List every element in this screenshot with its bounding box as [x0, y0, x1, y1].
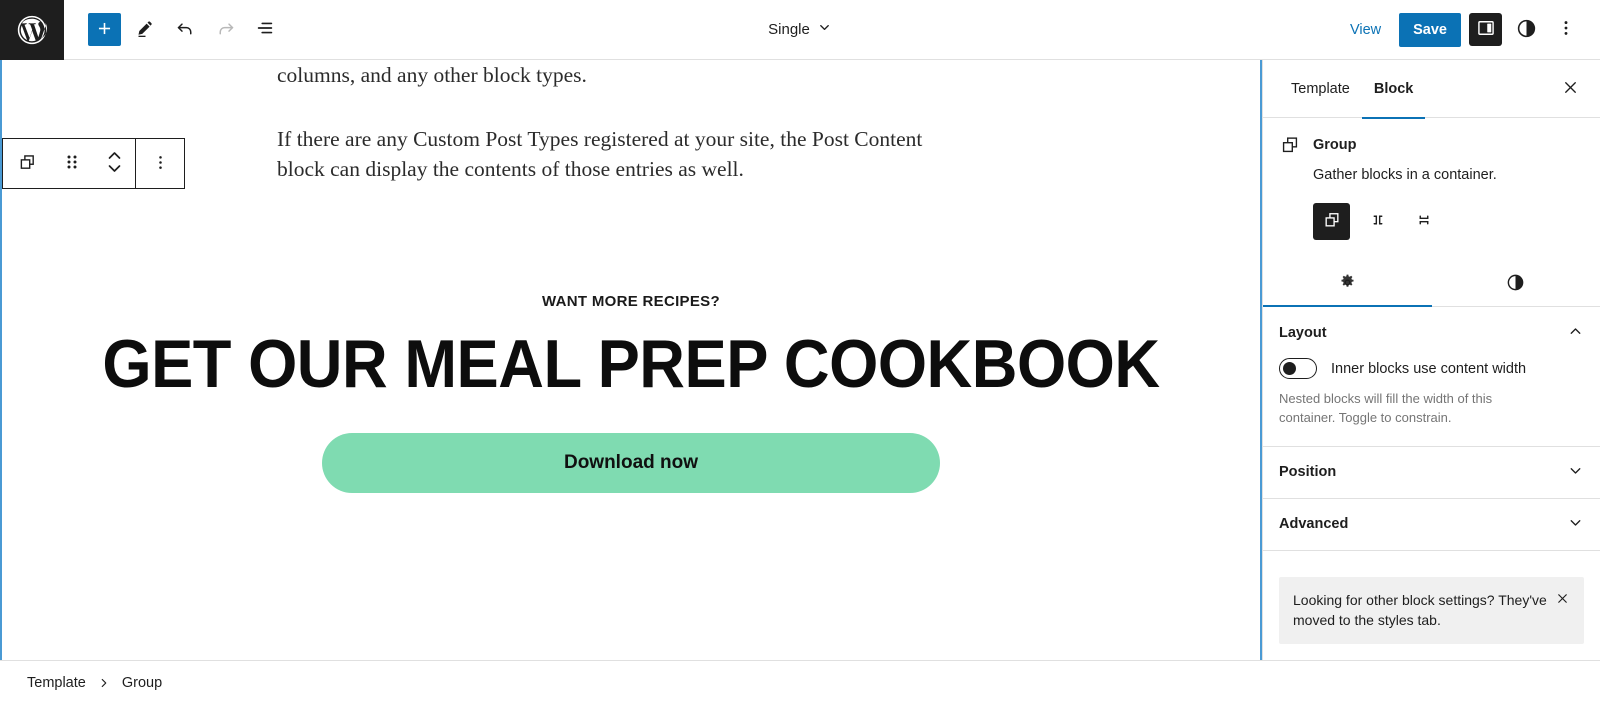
tab-settings[interactable]	[1263, 262, 1432, 308]
editor-body: columns, and any other block types. If t…	[0, 60, 1600, 660]
header-actions: View Save	[1340, 12, 1600, 47]
toggle-knob	[1282, 361, 1296, 375]
paragraph-block[interactable]: If there are any Custom Post Types regis…	[277, 124, 967, 185]
group-icon	[1322, 210, 1342, 233]
three-dots-vertical-icon	[151, 153, 170, 175]
styles-tab-notice: Looking for other block settings? They'v…	[1279, 576, 1584, 645]
wordpress-logo-icon	[15, 13, 49, 47]
block-toolbar-options-group	[136, 139, 184, 188]
block-toolbar-main-group	[3, 139, 135, 188]
redo-button[interactable]	[209, 14, 241, 46]
block-card-title: Group	[1313, 137, 1357, 153]
settings-sidebar-toggle[interactable]	[1469, 13, 1502, 46]
styles-toggle-button[interactable]	[1510, 14, 1542, 46]
inner-blocks-content-width-toggle[interactable]	[1279, 358, 1317, 380]
undo-icon	[175, 18, 196, 42]
group-icon	[17, 152, 38, 176]
wordpress-site-editor: Single View Save columns, and any other …	[0, 0, 1600, 704]
view-link[interactable]: View	[1340, 16, 1391, 44]
header-tools	[64, 13, 281, 46]
chevron-updown-icon	[105, 147, 124, 180]
breadcrumb-item-group[interactable]: Group	[120, 672, 164, 694]
variation-stack-button[interactable]	[1405, 203, 1442, 240]
dismiss-notice-button[interactable]	[1555, 591, 1570, 609]
panel-layout-title: Layout	[1279, 324, 1327, 341]
cta-button-row: Download now	[0, 432, 1262, 493]
variation-row-button[interactable]	[1359, 203, 1396, 240]
panel-advanced-title: Advanced	[1279, 516, 1349, 533]
document-title-label: Single	[768, 21, 810, 38]
edit-mode-button[interactable]	[129, 14, 161, 46]
sidebar-subtabs	[1263, 262, 1600, 308]
editor-header: Single View Save	[0, 0, 1600, 60]
sidebar-tabbar: Template Block	[1263, 60, 1600, 119]
sidebar-panel-icon	[1476, 18, 1496, 41]
undo-button[interactable]	[169, 14, 201, 46]
inner-blocks-help-text: Nested blocks will fill the width of thi…	[1279, 391, 1493, 426]
post-content-block[interactable]: columns, and any other block types. If t…	[0, 60, 1262, 185]
row-icon	[1368, 210, 1388, 233]
chevron-up-icon	[1567, 323, 1584, 343]
plus-icon	[95, 19, 114, 41]
contrast-icon	[1516, 18, 1537, 42]
settings-sidebar: Template Block Group Gather blocks in a …	[1262, 60, 1600, 660]
block-options-button[interactable]	[136, 153, 184, 175]
list-view-button[interactable]	[249, 14, 281, 46]
document-title-button[interactable]: Single	[758, 14, 842, 45]
group-icon	[1279, 134, 1301, 156]
close-icon	[1555, 591, 1570, 609]
sidebar-tab-block[interactable]: Block	[1361, 60, 1426, 119]
cta-group-block[interactable]: WANT MORE RECIPES? GET OUR MEAL PREP COO…	[0, 293, 1262, 493]
three-dots-vertical-icon	[1556, 18, 1576, 41]
drag-handle-button[interactable]	[51, 152, 93, 175]
panel-position: Position	[1263, 447, 1600, 499]
move-updown-buttons[interactable]	[93, 147, 135, 180]
panel-layout-body: Inner blocks use content width Nested bl…	[1279, 358, 1584, 446]
cta-main-heading[interactable]: GET OUR MEAL PREP COOKBOOK	[44, 329, 1218, 399]
panel-layout: Layout Inner blocks use content width Ne…	[1263, 307, 1600, 447]
panel-advanced-header[interactable]: Advanced	[1279, 499, 1584, 550]
list-view-icon	[254, 17, 276, 42]
variation-group-button[interactable]	[1313, 203, 1350, 241]
contrast-icon	[1506, 273, 1525, 295]
editor-canvas[interactable]: columns, and any other block types. If t…	[0, 60, 1262, 660]
breadcrumb-bar: Template Group	[0, 660, 1600, 704]
sidebar-content: Group Gather blocks in a container. Layo…	[1263, 118, 1600, 660]
panel-position-title: Position	[1279, 464, 1337, 481]
tab-styles[interactable]	[1432, 262, 1600, 306]
block-toolbar	[2, 138, 185, 189]
more-options-button[interactable]	[1550, 14, 1582, 46]
chevron-down-icon	[1567, 462, 1584, 482]
gear-icon	[1338, 273, 1357, 295]
paragraph-block[interactable]: columns, and any other block types.	[277, 60, 967, 91]
panel-advanced: Advanced	[1263, 499, 1600, 551]
block-card: Group Gather blocks in a container.	[1263, 118, 1600, 241]
save-button[interactable]: Save	[1399, 12, 1461, 47]
inner-blocks-content-width-row: Inner blocks use content width	[1279, 358, 1584, 380]
breadcrumb-item-template[interactable]: Template	[25, 672, 88, 694]
wordpress-logo-button[interactable]	[0, 0, 64, 60]
block-type-button[interactable]	[3, 152, 51, 176]
block-variations	[1313, 203, 1584, 241]
download-now-button[interactable]: Download now	[322, 432, 940, 493]
chevron-down-icon	[817, 20, 832, 39]
block-card-header: Group	[1279, 134, 1584, 156]
chevron-right-icon	[97, 676, 111, 690]
add-block-button[interactable]	[88, 13, 121, 46]
close-sidebar-button[interactable]	[1554, 73, 1586, 105]
panel-position-header[interactable]: Position	[1279, 447, 1584, 498]
close-icon	[1561, 78, 1580, 100]
drag-dots-icon	[64, 152, 80, 175]
chevron-down-icon	[1567, 514, 1584, 534]
pencil-icon	[135, 18, 156, 42]
block-card-description: Gather blocks in a container.	[1313, 167, 1497, 183]
redo-icon	[215, 18, 236, 42]
cta-eyebrow-heading[interactable]: WANT MORE RECIPES?	[0, 293, 1262, 310]
styles-tab-notice-text: Looking for other block settings? They'v…	[1293, 591, 1547, 628]
stack-icon	[1414, 210, 1434, 233]
panel-layout-header[interactable]: Layout	[1279, 307, 1584, 358]
inner-blocks-content-width-label: Inner blocks use content width	[1331, 360, 1527, 377]
sidebar-tab-template[interactable]: Template	[1279, 60, 1362, 118]
